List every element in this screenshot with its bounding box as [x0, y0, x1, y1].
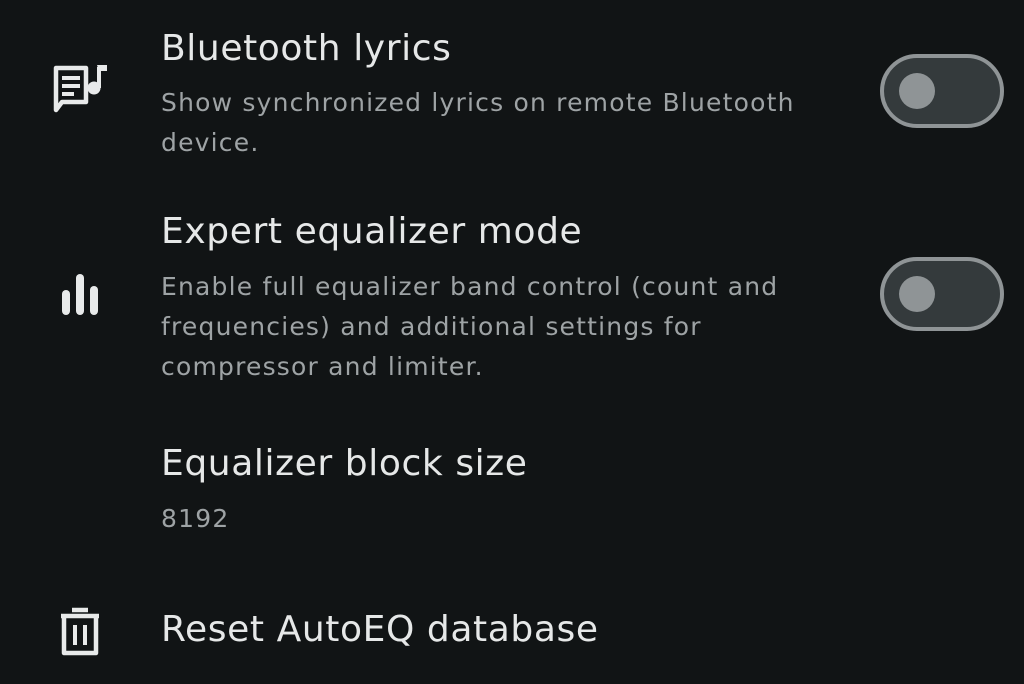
- setting-title: Equalizer block size: [161, 443, 528, 484]
- setting-reset-autoeq-database[interactable]: Reset AutoEQ database: [0, 580, 1024, 684]
- setting-title: Bluetooth lyrics: [161, 28, 452, 69]
- lyrics-icon: [50, 58, 110, 118]
- setting-equalizer-block-size[interactable]: Equalizer block size 8192: [0, 420, 1024, 550]
- trash-icon: [50, 601, 110, 661]
- toggle-thumb: [899, 73, 935, 109]
- equalizer-icon: [50, 266, 110, 326]
- toggle-thumb: [899, 276, 935, 312]
- setting-title: Expert equalizer mode: [161, 211, 583, 252]
- setting-title: Reset AutoEQ database: [161, 609, 599, 650]
- expert-equalizer-toggle[interactable]: [880, 257, 1004, 331]
- setting-summary: 8192: [161, 504, 230, 533]
- setting-bluetooth-lyrics[interactable]: Bluetooth lyrics Show synchronized lyric…: [0, 0, 1024, 180]
- setting-summary: Enable full equalizer band control (coun…: [161, 272, 779, 381]
- bluetooth-lyrics-toggle[interactable]: [880, 54, 1004, 128]
- setting-expert-equalizer-mode[interactable]: Expert equalizer mode Enable full equali…: [0, 190, 1024, 400]
- setting-summary: Show synchronized lyrics on remote Bluet…: [161, 88, 795, 157]
